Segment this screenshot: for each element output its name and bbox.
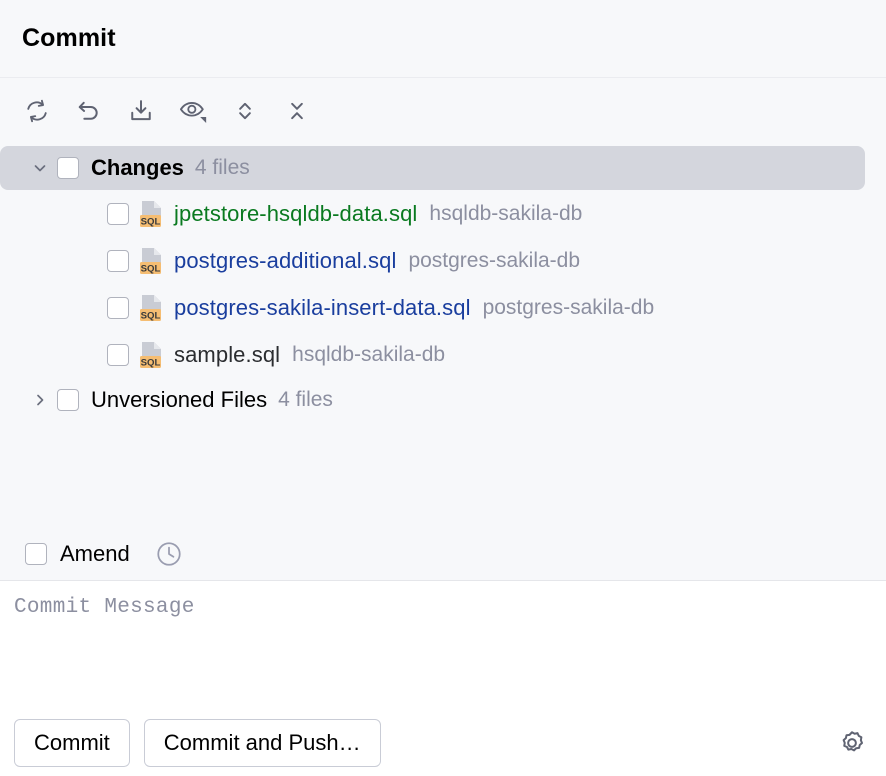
revert-icon[interactable] bbox=[69, 91, 109, 131]
sql-file-icon: SQL bbox=[139, 294, 165, 322]
file-path: postgres-sakila-db bbox=[483, 296, 655, 320]
file-name: sample.sql bbox=[174, 342, 280, 368]
tree-node-unversioned-files[interactable]: Unversioned Files 4 files bbox=[0, 378, 886, 422]
sql-file-icon: SQL bbox=[139, 341, 165, 369]
changes-checkbox[interactable] bbox=[57, 157, 79, 179]
update-project-icon[interactable] bbox=[121, 91, 161, 131]
changes-tree: Changes 4 files SQL jpetstore-hsqldb-dat… bbox=[0, 144, 886, 528]
gear-icon[interactable] bbox=[832, 723, 872, 763]
file-checkbox[interactable] bbox=[107, 203, 129, 225]
amend-checkbox[interactable] bbox=[25, 543, 47, 565]
collapse-all-icon[interactable] bbox=[277, 91, 317, 131]
svg-text:SQL: SQL bbox=[141, 310, 161, 321]
file-name: postgres-additional.sql bbox=[174, 248, 396, 274]
svg-text:SQL: SQL bbox=[141, 216, 161, 227]
amend-row: Amend bbox=[0, 528, 886, 580]
table-row[interactable]: SQL postgres-sakila-insert-data.sql post… bbox=[0, 284, 886, 331]
page-title: Commit bbox=[22, 24, 116, 53]
amend-label: Amend bbox=[60, 541, 130, 567]
commit-tool-window-header: Commit bbox=[0, 0, 886, 78]
unversioned-label: Unversioned Files bbox=[91, 387, 267, 413]
table-row[interactable]: SQL postgres-additional.sql postgres-sak… bbox=[0, 237, 886, 284]
chevron-right-icon[interactable] bbox=[25, 385, 55, 415]
file-checkbox[interactable] bbox=[107, 297, 129, 319]
file-name: jpetstore-hsqldb-data.sql bbox=[174, 201, 417, 227]
sql-file-icon: SQL bbox=[139, 200, 165, 228]
commit-toolbar bbox=[0, 78, 886, 144]
file-path: hsqldb-sakila-db bbox=[292, 343, 445, 367]
svg-text:SQL: SQL bbox=[141, 357, 161, 368]
file-path: postgres-sakila-db bbox=[408, 249, 580, 273]
clock-icon[interactable] bbox=[152, 537, 186, 571]
tree-node-changes[interactable]: Changes 4 files bbox=[0, 146, 865, 190]
commit-message-placeholder: Commit Message bbox=[14, 596, 872, 619]
file-name: postgres-sakila-insert-data.sql bbox=[174, 295, 471, 321]
changes-label: Changes bbox=[91, 155, 184, 181]
file-checkbox[interactable] bbox=[107, 344, 129, 366]
file-checkbox[interactable] bbox=[107, 250, 129, 272]
file-path: hsqldb-sakila-db bbox=[429, 202, 582, 226]
changes-file-count: 4 files bbox=[195, 156, 250, 180]
svg-text:SQL: SQL bbox=[141, 263, 161, 274]
commit-button[interactable]: Commit bbox=[14, 719, 130, 767]
refresh-icon[interactable] bbox=[17, 91, 57, 131]
sql-file-icon: SQL bbox=[139, 247, 165, 275]
unversioned-checkbox[interactable] bbox=[57, 389, 79, 411]
show-diff-icon[interactable] bbox=[173, 91, 213, 131]
commit-footer: Commit Commit and Push… bbox=[0, 710, 886, 776]
commit-and-push-button[interactable]: Commit and Push… bbox=[144, 719, 381, 767]
expand-collapse-icon[interactable] bbox=[225, 91, 265, 131]
table-row[interactable]: SQL sample.sql hsqldb-sakila-db bbox=[0, 331, 886, 378]
table-row[interactable]: SQL jpetstore-hsqldb-data.sql hsqldb-sak… bbox=[0, 190, 886, 237]
unversioned-file-count: 4 files bbox=[278, 388, 333, 412]
chevron-down-icon[interactable] bbox=[25, 153, 55, 183]
